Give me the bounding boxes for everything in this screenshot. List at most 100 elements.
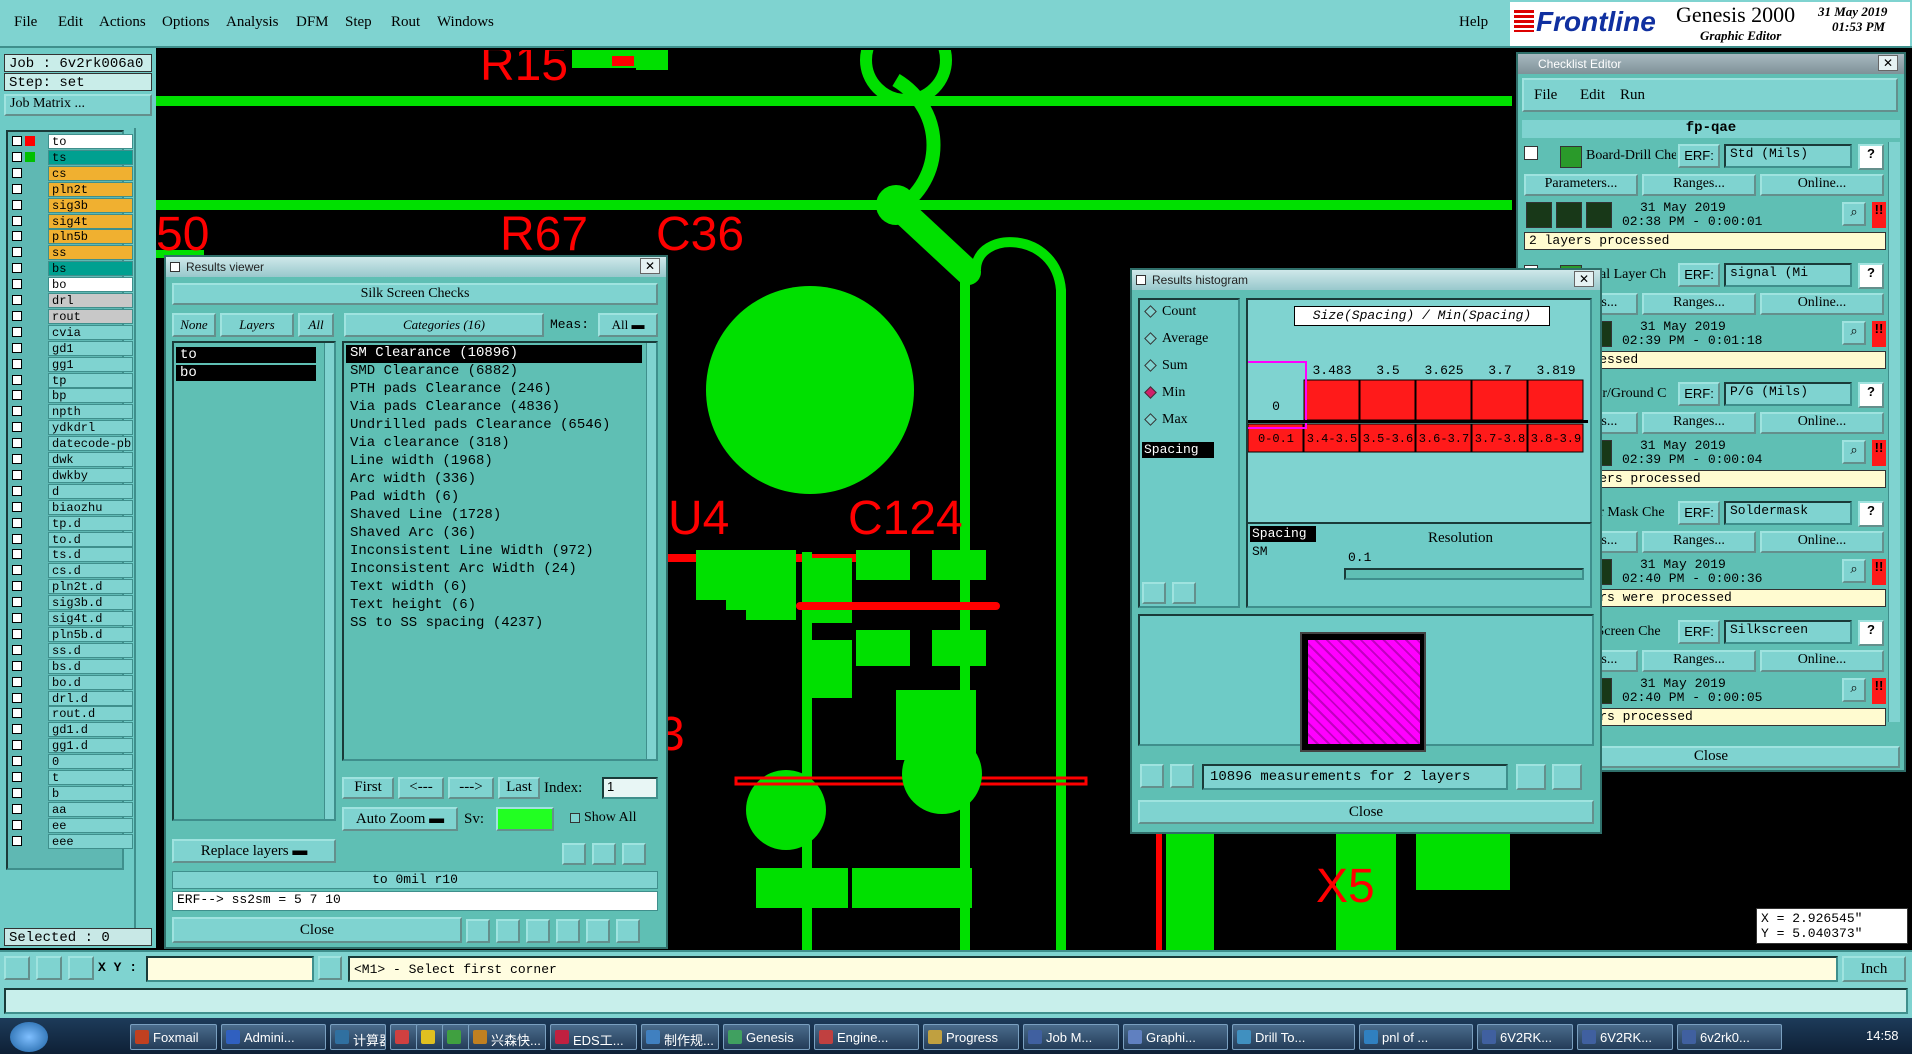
taskbar-button[interactable]: Progress [923, 1024, 1019, 1050]
ranges-button[interactable]: Ranges... [1642, 293, 1756, 315]
check-name[interactable]: Board-Drill Che [1586, 148, 1676, 164]
layer-row[interactable]: pln5b [12, 229, 133, 245]
layer-checkbox[interactable] [12, 167, 22, 178]
layer-name[interactable]: bp [48, 388, 133, 404]
layer-name[interactable]: dwkby [48, 467, 133, 483]
layer-name[interactable]: bo [48, 277, 133, 293]
layer-checkbox[interactable] [12, 374, 22, 385]
layer-checkbox[interactable] [12, 772, 22, 782]
run-step-icon[interactable] [1556, 202, 1582, 228]
layer-row[interactable]: ss.d [12, 642, 133, 658]
auto-zoom-dropdown[interactable]: Auto Zoom ▬ [342, 807, 458, 831]
layer-checkbox[interactable] [12, 628, 22, 639]
layer-color-swatch[interactable] [25, 836, 35, 846]
layer-checkbox[interactable] [12, 422, 22, 433]
taskbar-button[interactable]: 计算器 [330, 1024, 386, 1050]
replace-layers-dropdown[interactable]: Replace layers ▬ [172, 839, 336, 863]
zoom-icon[interactable]: ⌕ [1842, 559, 1866, 583]
layer-color-swatch[interactable] [25, 263, 35, 273]
layer-checkbox[interactable] [12, 151, 22, 162]
layer-item-to[interactable]: to [176, 347, 316, 363]
layer-name[interactable]: ee [48, 817, 133, 833]
layer-color-swatch[interactable] [25, 645, 35, 655]
layer-row[interactable]: dwkby [12, 467, 133, 483]
layer-row[interactable]: cs [12, 165, 133, 181]
layer-color-swatch[interactable] [25, 486, 35, 496]
layer-color-swatch[interactable] [25, 279, 35, 289]
layer-row[interactable]: sig4t [12, 213, 133, 229]
erf-value[interactable]: P/G (Mils) [1724, 382, 1852, 406]
layer-checkbox[interactable] [12, 136, 22, 146]
parameters-button[interactable]: Parameters... [1524, 174, 1638, 196]
ref-icon[interactable] [592, 843, 616, 865]
erf-value[interactable]: Std (Mils) [1724, 144, 1852, 168]
layer-name[interactable]: cs [48, 165, 133, 181]
taskbar-button[interactable]: 6v2rk0... [1677, 1024, 1782, 1050]
layer-color-swatch[interactable] [25, 247, 35, 257]
run-icon[interactable] [1526, 202, 1552, 228]
alert-icon[interactable]: !! [1872, 440, 1886, 466]
layer-row[interactable]: t [12, 770, 133, 785]
layer-row[interactable]: rout [12, 308, 133, 324]
taskbar-button[interactable]: Engine... [814, 1024, 919, 1050]
layer-name[interactable]: b [48, 785, 133, 801]
layer-name[interactable]: sig4t [48, 213, 133, 229]
category-item[interactable]: SM Clearance (10896) [346, 345, 642, 363]
layer-row[interactable]: 0 [12, 754, 133, 770]
layer-name[interactable]: to [48, 134, 133, 149]
layer-color-swatch[interactable] [25, 200, 35, 210]
menu-help[interactable]: Help [1459, 14, 1488, 31]
job-matrix-button[interactable]: Job Matrix ... [4, 94, 152, 116]
checklist-close-icon[interactable]: ✕ [1878, 55, 1898, 71]
layer-row[interactable]: aa [12, 801, 133, 817]
layer-checkbox[interactable] [12, 485, 22, 496]
layer-color-swatch[interactable] [25, 534, 35, 544]
layer-checkbox[interactable] [12, 676, 22, 687]
menu-edit[interactable]: Edit [58, 14, 83, 31]
menu-rout[interactable]: Rout [391, 14, 420, 31]
meas-dropdown[interactable]: All ▬ [598, 313, 658, 337]
checklist-menu-edit[interactable]: Edit [1580, 87, 1605, 104]
meas-ref-icon[interactable] [1170, 764, 1194, 788]
layer-row[interactable]: gd1 [12, 340, 133, 356]
menu-windows[interactable]: Windows [437, 14, 494, 31]
layer-checkbox[interactable] [12, 644, 22, 655]
layer-color-swatch[interactable] [25, 724, 35, 734]
layer-color-swatch[interactable] [25, 216, 35, 226]
show-all-checkbox[interactable] [570, 813, 580, 823]
layer-item-bo[interactable]: bo [176, 365, 316, 381]
layer-color-swatch[interactable] [25, 136, 35, 146]
layer-row[interactable]: bo [12, 277, 133, 293]
layer-name[interactable]: tp.d [48, 515, 133, 531]
taskbar-button[interactable]: 6V2RK... [1577, 1024, 1673, 1050]
category-item[interactable]: PTH pads Clearance (246) [346, 381, 642, 399]
none-button[interactable]: None [172, 313, 216, 337]
layer-color-swatch[interactable] [25, 629, 35, 639]
layer-row[interactable]: sig3b [12, 197, 133, 213]
zoom-icon[interactable]: ⌕ [1842, 440, 1866, 464]
layer-checkbox[interactable] [12, 295, 22, 305]
cursor-icon[interactable] [318, 956, 342, 980]
layer-row[interactable]: ydkdrl [12, 420, 133, 436]
layer-row[interactable]: b [12, 785, 133, 801]
layer-name[interactable]: pln5b [48, 229, 133, 245]
layer-row[interactable]: pln2t.d [12, 579, 133, 595]
layer-color-swatch[interactable] [25, 613, 35, 623]
layer-row[interactable]: to [12, 134, 133, 149]
resolution-slider[interactable] [1344, 568, 1584, 580]
layer-color-swatch[interactable] [25, 422, 35, 432]
online-button[interactable]: Online... [1760, 174, 1884, 196]
layer-name[interactable]: eee [48, 833, 133, 849]
ranges-button[interactable]: Ranges... [1642, 412, 1756, 434]
layer-checkbox[interactable] [12, 469, 22, 480]
layer-checkbox[interactable] [12, 199, 22, 210]
category-item[interactable]: Undrilled pads Clearance (6546) [346, 417, 642, 435]
aggregate-option[interactable]: Count [1144, 304, 1234, 331]
alert-icon[interactable]: !! [1872, 678, 1886, 704]
layer-row[interactable]: cvia [12, 324, 133, 340]
all-button[interactable]: All [298, 313, 334, 337]
layer-row[interactable]: gg1 [12, 356, 133, 372]
layer-color-swatch[interactable] [25, 231, 35, 241]
layer-row[interactable]: sig4t.d [12, 611, 133, 626]
layer-checkbox[interactable] [12, 438, 22, 449]
